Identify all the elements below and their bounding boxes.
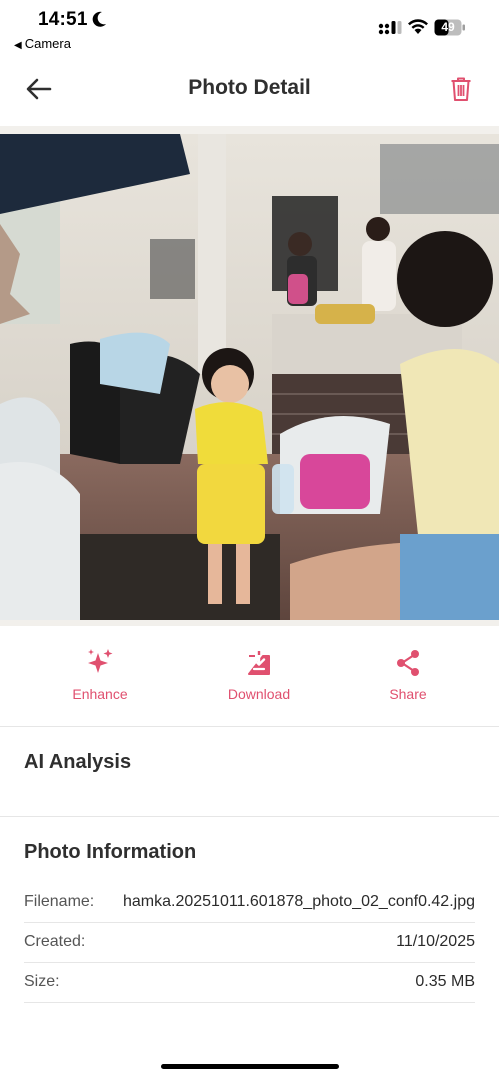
download-icon bbox=[248, 649, 270, 675]
info-row-created: Created: 11/10/2025 bbox=[24, 923, 475, 963]
top-app-bar: Photo Detail bbox=[0, 56, 499, 120]
sparkles-icon bbox=[88, 649, 113, 673]
info-row-size: Size: 0.35 MB bbox=[24, 963, 475, 1003]
download-label: Download bbox=[227, 686, 291, 702]
filename-label: Filename: bbox=[24, 893, 95, 910]
moon-icon bbox=[92, 11, 106, 27]
share-button[interactable]: Share bbox=[353, 648, 463, 714]
divider bbox=[0, 816, 499, 817]
cellular-signal-icon bbox=[378, 21, 402, 35]
info-row-filename: Filename: hamka.20251011.601878_photo_02… bbox=[24, 883, 475, 923]
ai-analysis-title: AI Analysis bbox=[24, 751, 132, 773]
back-to-app-link[interactable]: ◀ Camera bbox=[14, 36, 71, 51]
back-triangle-icon: ◀ bbox=[14, 40, 22, 51]
wifi-icon bbox=[408, 19, 428, 34]
filename-value: hamka.20251011.601878_photo_02_conf0.42.… bbox=[122, 893, 475, 910]
size-value: 0.35 MB bbox=[415, 973, 475, 990]
status-time: 14:51 bbox=[38, 9, 88, 30]
photo-actions: Enhance Download Share bbox=[0, 640, 499, 726]
share-icon bbox=[397, 650, 419, 676]
enhance-button[interactable]: Enhance bbox=[45, 648, 155, 714]
photo-image[interactable] bbox=[0, 134, 499, 620]
back-app-label: Camera bbox=[24, 36, 71, 51]
created-value: 11/10/2025 bbox=[396, 933, 475, 950]
divider bbox=[0, 726, 499, 727]
status-bar: 14:51 ◀ Camera 49 bbox=[0, 0, 499, 56]
page-title: Photo Detail bbox=[188, 76, 311, 99]
battery-indicator: 49 bbox=[434, 19, 466, 36]
share-label: Share bbox=[389, 686, 427, 702]
created-label: Created: bbox=[24, 933, 86, 950]
home-indicator[interactable] bbox=[161, 1064, 339, 1069]
enhance-label: Enhance bbox=[72, 686, 128, 702]
photo-information-title: Photo Information bbox=[24, 841, 197, 863]
delete-button[interactable] bbox=[442, 70, 480, 108]
photo-container bbox=[0, 126, 499, 626]
download-button[interactable]: Download bbox=[204, 648, 314, 714]
size-label: Size: bbox=[24, 973, 60, 990]
trash-icon bbox=[451, 77, 471, 101]
battery-level: 49 bbox=[441, 20, 455, 34]
